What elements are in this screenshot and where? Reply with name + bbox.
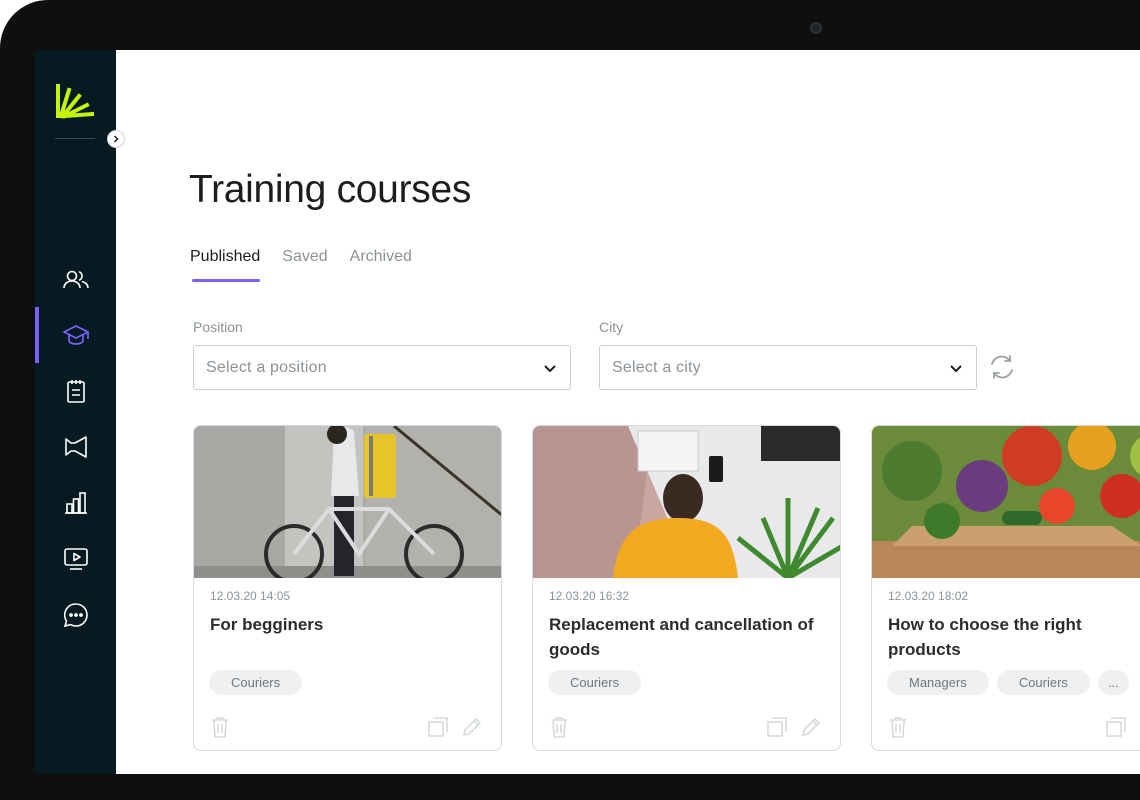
camera-icon bbox=[810, 22, 822, 34]
more-tags-badge[interactable]: ... bbox=[1097, 670, 1129, 695]
copy-icon bbox=[1106, 717, 1126, 737]
course-title[interactable]: Replacement and cancellation of goods bbox=[549, 612, 819, 662]
bar-chart-icon bbox=[64, 492, 87, 514]
sidebar-item-analytics[interactable] bbox=[35, 475, 116, 531]
delete-button[interactable] bbox=[209, 716, 231, 738]
course-title[interactable]: For begginers bbox=[210, 612, 480, 637]
sidebar-item-tasks[interactable] bbox=[35, 363, 116, 419]
position-select[interactable]: Select a position bbox=[193, 345, 571, 390]
course-date: 12.03.20 16:32 bbox=[549, 589, 630, 603]
course-tags: Couriers bbox=[209, 670, 303, 695]
sidebar bbox=[35, 50, 116, 774]
duplicate-button[interactable] bbox=[427, 716, 449, 738]
sidebar-item-users[interactable] bbox=[35, 251, 116, 307]
graduation-cap-icon bbox=[62, 325, 89, 345]
edit-button[interactable] bbox=[800, 716, 822, 738]
delete-button[interactable] bbox=[887, 716, 909, 738]
tab-saved[interactable]: Saved bbox=[282, 248, 327, 276]
tab-archived[interactable]: Archived bbox=[350, 248, 412, 276]
megaphone-icon bbox=[64, 436, 87, 458]
tag: Managers bbox=[887, 670, 989, 695]
tag: Couriers bbox=[996, 670, 1090, 695]
course-tags: Managers Couriers ... bbox=[887, 670, 1129, 695]
chevron-down-icon bbox=[544, 364, 556, 372]
course-card[interactable]: 12.03.20 16:32 Replacement and cancellat… bbox=[532, 425, 841, 751]
trash-icon bbox=[212, 717, 228, 738]
chevron-right-icon bbox=[113, 135, 119, 143]
sidebar-item-videos[interactable] bbox=[35, 531, 116, 587]
chevron-down-icon bbox=[950, 364, 962, 372]
sidebar-collapse-button[interactable] bbox=[107, 130, 125, 148]
tag: Couriers bbox=[209, 670, 303, 695]
position-filter-label: Position bbox=[193, 319, 243, 335]
course-image-phone bbox=[533, 426, 840, 578]
clipboard-icon bbox=[66, 380, 85, 403]
delete-button[interactable] bbox=[548, 716, 570, 738]
city-filter-label: City bbox=[599, 319, 624, 335]
tag: Couriers bbox=[548, 670, 642, 695]
sidebar-item-chat[interactable] bbox=[35, 587, 116, 643]
tablet-device: Training courses Published Saved Archive… bbox=[0, 0, 1140, 800]
refresh-icon bbox=[991, 355, 1013, 379]
trash-icon bbox=[890, 717, 906, 738]
chat-icon bbox=[63, 603, 88, 628]
copy-icon bbox=[767, 717, 787, 737]
course-image-courier bbox=[194, 426, 501, 578]
course-actions bbox=[872, 716, 1140, 740]
duplicate-button[interactable] bbox=[1105, 716, 1127, 738]
course-title[interactable]: How to choose the right products bbox=[888, 612, 1140, 662]
position-select-placeholder: Select a position bbox=[206, 358, 327, 376]
course-actions bbox=[533, 716, 840, 740]
course-card[interactable]: 12.03.20 14:05 For begginers Couriers bbox=[193, 425, 502, 751]
course-tabs: Published Saved Archived bbox=[190, 248, 434, 282]
course-date: 12.03.20 14:05 bbox=[210, 589, 291, 603]
sidebar-item-courses[interactable] bbox=[35, 307, 116, 363]
main-content: Training courses Published Saved Archive… bbox=[116, 50, 1140, 774]
course-card[interactable]: 12.03.20 18:02 How to choose the right p… bbox=[871, 425, 1140, 751]
sidebar-item-announcements[interactable] bbox=[35, 419, 116, 475]
course-image-vegetables bbox=[872, 426, 1140, 578]
tab-published[interactable]: Published bbox=[190, 248, 261, 282]
trash-icon bbox=[551, 717, 567, 738]
course-tags: Couriers bbox=[548, 670, 642, 695]
reset-filters-button[interactable] bbox=[985, 350, 1019, 384]
logo-icon[interactable] bbox=[55, 80, 95, 120]
copy-icon bbox=[428, 717, 448, 737]
app-screen: Training courses Published Saved Archive… bbox=[35, 50, 1140, 774]
city-select-placeholder: Select a city bbox=[612, 358, 701, 376]
course-date: 12.03.20 18:02 bbox=[888, 589, 969, 603]
duplicate-button[interactable] bbox=[766, 716, 788, 738]
logo-divider bbox=[55, 138, 95, 139]
edit-button[interactable] bbox=[461, 716, 483, 738]
pencil-icon bbox=[462, 717, 482, 737]
pencil-icon bbox=[801, 717, 821, 737]
course-actions bbox=[194, 716, 501, 740]
users-icon bbox=[62, 270, 89, 289]
city-select[interactable]: Select a city bbox=[599, 345, 977, 390]
page-title: Training courses bbox=[189, 168, 472, 211]
video-icon bbox=[63, 548, 88, 570]
